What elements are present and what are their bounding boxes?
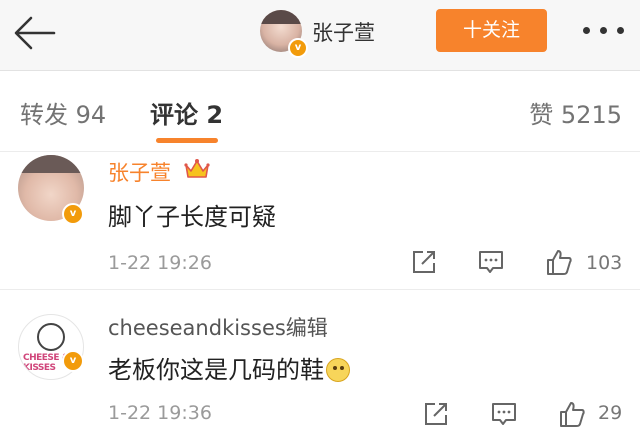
commenter-name[interactable]: cheeseandkisses编辑	[108, 312, 328, 342]
reply-comment-icon[interactable]	[490, 400, 518, 428]
avatar-face-icon	[37, 323, 65, 351]
emoji-icon	[326, 358, 350, 382]
like-count: 29	[598, 402, 623, 424]
commenter-name[interactable]: 张子萱	[108, 157, 171, 187]
verified-badge-icon: v	[62, 350, 84, 372]
comment-item: CHEESE & KISSES v cheeseandkisses编辑 老板你这…	[0, 290, 640, 428]
verified-badge-icon: v	[62, 203, 84, 225]
more-options-icon[interactable]	[583, 27, 627, 37]
comment-text: 老板你这是几码的鞋	[108, 356, 324, 384]
share-icon[interactable]	[422, 400, 450, 428]
top-bar: v 张子萱 十关注	[0, 0, 640, 71]
reply-comment-icon[interactable]	[477, 248, 505, 276]
crown-icon	[184, 159, 210, 178]
tab-bar: 转发 94 评论 2 赞 5215	[0, 71, 640, 152]
tab-likes[interactable]: 赞 5215	[529, 95, 622, 130]
share-icon[interactable]	[410, 248, 438, 276]
comment-time: 1-22 19:36	[108, 402, 212, 424]
back-arrow-icon[interactable]	[10, 13, 60, 53]
comment-text: 脚丫子长度可疑	[108, 203, 276, 231]
active-tab-indicator	[156, 138, 218, 143]
tab-comments[interactable]: 评论 2	[150, 95, 223, 130]
like-thumb-icon[interactable]	[558, 400, 586, 428]
comment-time: 1-22 19:26	[108, 252, 212, 274]
like-count: 103	[586, 252, 623, 274]
follow-button[interactable]: 十关注	[436, 9, 547, 52]
header-user-name[interactable]: 张子萱	[312, 17, 375, 47]
comment-text-row: 老板你这是几码的鞋	[108, 350, 350, 385]
verified-badge-icon: v	[288, 38, 308, 58]
tab-reposts[interactable]: 转发 94	[20, 95, 106, 130]
like-thumb-icon[interactable]	[545, 248, 573, 276]
comment-item: v 张子萱 脚丫子长度可疑 1-22 19:26 103	[0, 152, 640, 290]
